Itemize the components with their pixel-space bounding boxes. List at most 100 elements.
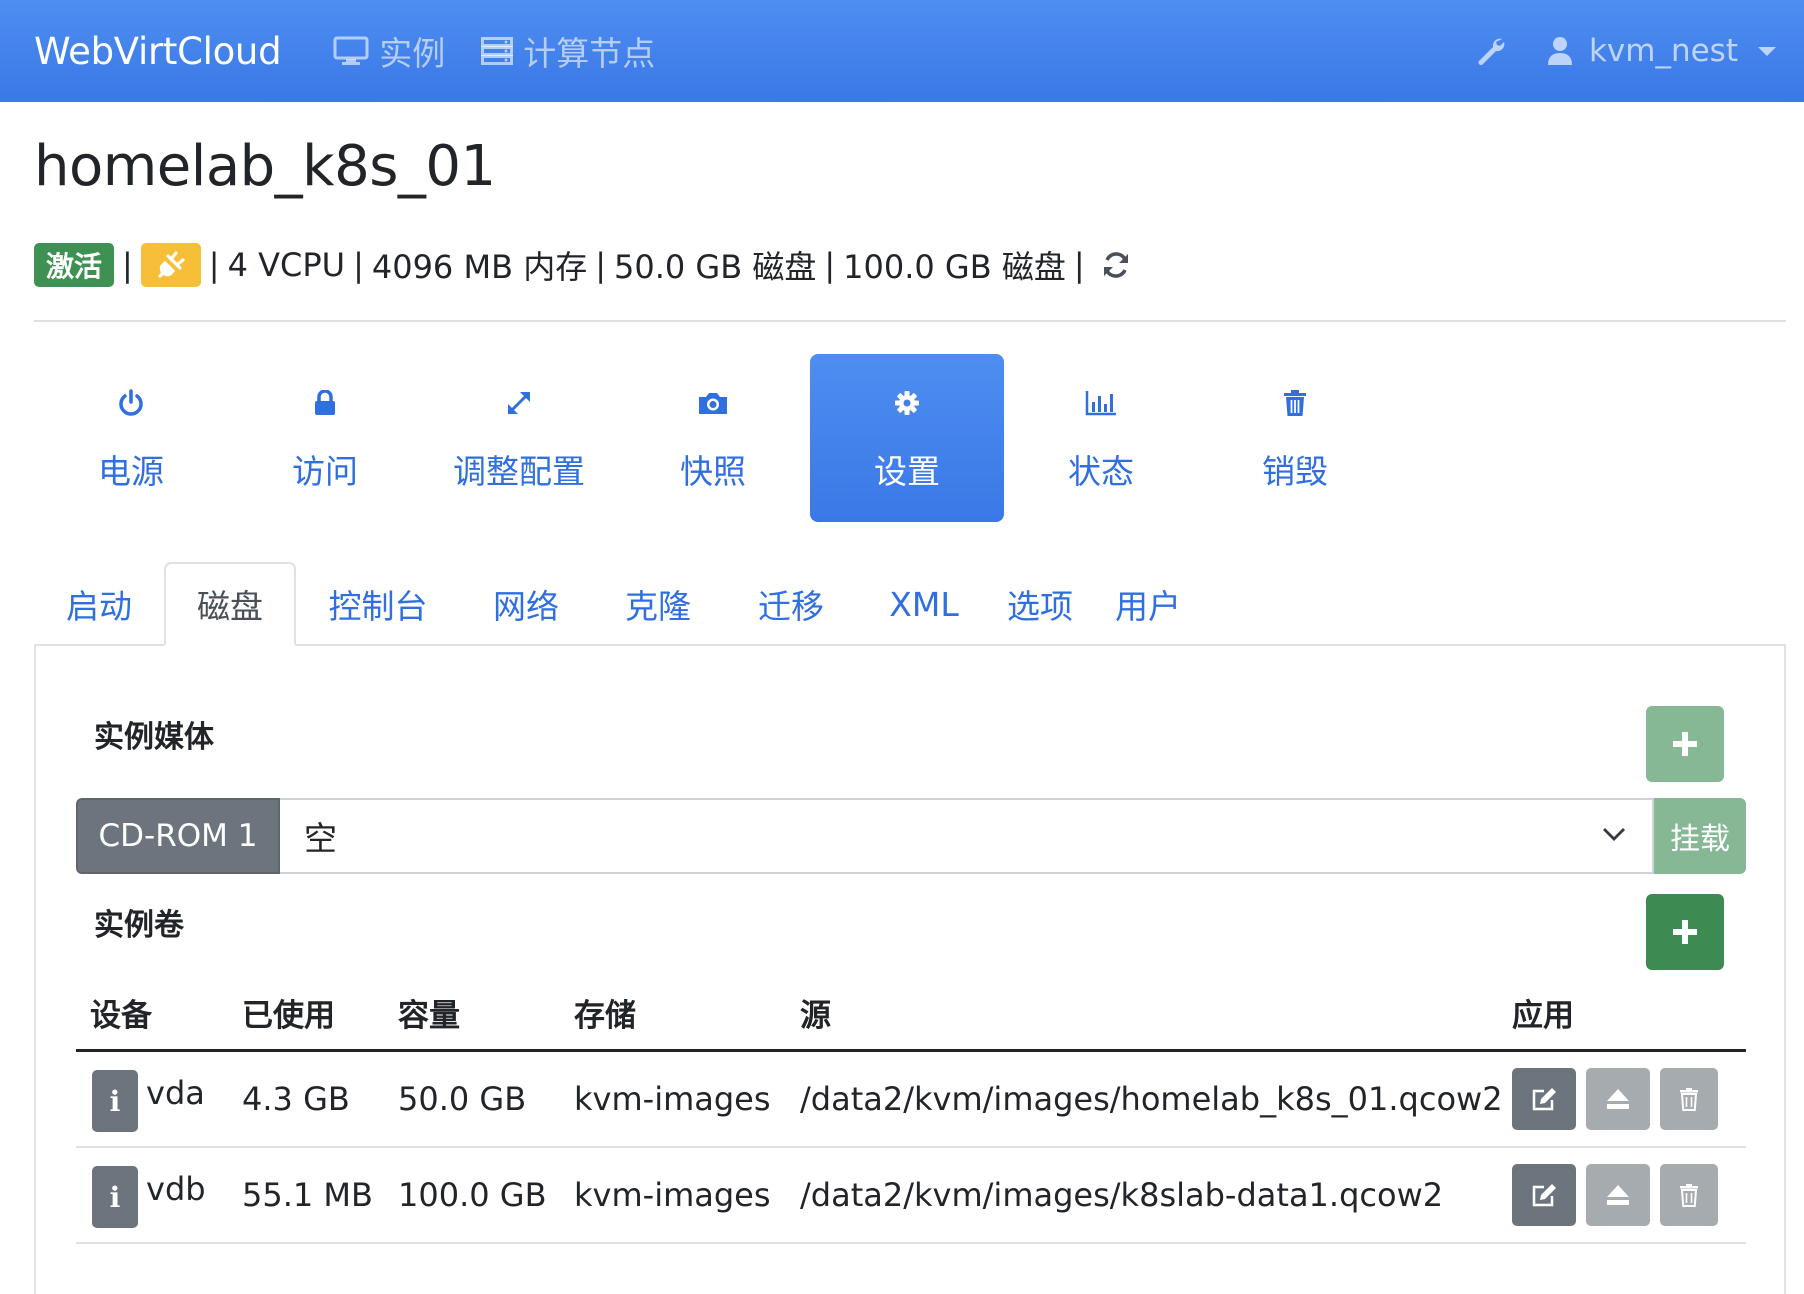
detach-button[interactable] bbox=[1586, 1164, 1650, 1226]
storage-pool: kvm-images bbox=[574, 1080, 771, 1118]
storage-pool: kvm-images bbox=[574, 1176, 771, 1214]
capacity: 100.0 GB bbox=[398, 1176, 547, 1214]
brand-logo[interactable]: WebVirtCloud bbox=[34, 30, 282, 73]
page-title: homelab_k8s_01 bbox=[34, 134, 496, 199]
vcpu-count: 4 VCPU bbox=[227, 246, 346, 284]
action-label: 快照 bbox=[680, 452, 746, 491]
user-menu[interactable]: kvm_nest bbox=[1547, 33, 1776, 69]
instance-summary: 激活 | | 4 VCPU | 4096 MB 内存 | 50.0 GB 磁盘 … bbox=[34, 242, 1131, 288]
nav-link-instances[interactable]: 实例 bbox=[333, 27, 445, 75]
eject-icon bbox=[1607, 1089, 1629, 1109]
tab-boot[interactable]: 启动 bbox=[34, 562, 164, 646]
delete-button[interactable] bbox=[1660, 1068, 1718, 1130]
nav-link-label: 实例 bbox=[379, 34, 446, 73]
table-row: i vdb 55.1 MB 100.0 GB kvm-images /data2… bbox=[76, 1148, 1746, 1244]
action-access[interactable]: 访问 bbox=[228, 354, 422, 522]
trash-icon bbox=[1283, 383, 1307, 423]
action-stats[interactable]: 状态 bbox=[1004, 354, 1198, 522]
delete-button[interactable] bbox=[1660, 1164, 1718, 1226]
instance-actions: 电源 访问 调整配置 快照 设置 状态 销毁 bbox=[34, 354, 1392, 522]
tab-migrate[interactable]: 迁移 bbox=[724, 562, 858, 646]
volumes-section-title: 实例卷 bbox=[94, 908, 184, 943]
table-header: 设备 已使用 容量 存储 源 应用 bbox=[76, 978, 1746, 1052]
column-header-capacity: 容量 bbox=[398, 998, 460, 1034]
navbar-right: kvm_nest bbox=[1475, 0, 1776, 102]
user-icon bbox=[1547, 37, 1572, 65]
table-row: i vda 4.3 GB 50.0 GB kvm-images /data2/k… bbox=[76, 1052, 1746, 1148]
row-actions bbox=[1512, 1164, 1728, 1226]
plus-icon bbox=[1673, 920, 1697, 944]
column-header-storage: 存储 bbox=[574, 998, 636, 1034]
nav-link-label: 计算节点 bbox=[523, 34, 656, 73]
desktop-icon bbox=[333, 36, 369, 65]
eject-icon bbox=[1607, 1185, 1629, 1205]
media-section-title: 实例媒体 bbox=[94, 720, 214, 755]
cdrom-selected-value: 空 bbox=[304, 819, 337, 858]
add-volume-button[interactable] bbox=[1646, 894, 1724, 970]
gear-icon bbox=[893, 383, 921, 423]
action-snapshot[interactable]: 快照 bbox=[616, 354, 810, 522]
plug-icon bbox=[140, 243, 201, 287]
tab-network[interactable]: 网络 bbox=[460, 562, 592, 646]
nav-link-compute-nodes[interactable]: 计算节点 bbox=[481, 27, 655, 75]
tab-xml[interactable]: XML bbox=[858, 562, 990, 646]
settings-tabs: 启动 磁盘 控制台 网络 克隆 迁移 XML 选项 用户 bbox=[34, 562, 1206, 646]
used-size: 55.1 MB bbox=[242, 1176, 373, 1214]
trash-icon bbox=[1680, 1184, 1698, 1207]
refresh-icon[interactable] bbox=[1101, 250, 1131, 280]
tab-console[interactable]: 控制台 bbox=[296, 562, 460, 646]
separator: | bbox=[595, 246, 606, 284]
disk-size-1: 50.0 GB 磁盘 bbox=[613, 248, 817, 286]
cdrom-select[interactable]: 空 bbox=[280, 798, 1654, 874]
tab-options[interactable]: 选项 bbox=[990, 562, 1090, 646]
device-name: vda bbox=[146, 1074, 205, 1112]
action-power[interactable]: 电源 bbox=[34, 354, 228, 522]
column-header-used: 已使用 bbox=[242, 998, 335, 1034]
cdrom-row: CD-ROM 1 空 挂载 bbox=[76, 798, 1746, 874]
edit-button[interactable] bbox=[1512, 1068, 1576, 1130]
status-badge: 激活 bbox=[34, 243, 115, 287]
used-size: 4.3 GB bbox=[242, 1080, 350, 1118]
username: kvm_nest bbox=[1588, 33, 1738, 69]
action-label: 调整配置 bbox=[453, 452, 585, 491]
edit-icon bbox=[1532, 1184, 1556, 1207]
resize-icon bbox=[505, 383, 533, 423]
tab-clone[interactable]: 克隆 bbox=[592, 562, 724, 646]
chevron-down-icon bbox=[1758, 46, 1776, 56]
trash-icon bbox=[1680, 1088, 1698, 1111]
separator: | bbox=[208, 246, 220, 284]
action-resize[interactable]: 调整配置 bbox=[422, 354, 616, 522]
camera-icon bbox=[697, 383, 729, 423]
separator: | bbox=[1073, 246, 1085, 284]
action-label: 电源 bbox=[98, 452, 164, 491]
plus-icon bbox=[1673, 732, 1697, 756]
mount-button[interactable]: 挂载 bbox=[1654, 798, 1746, 874]
separator: | bbox=[824, 246, 836, 284]
tab-users[interactable]: 用户 bbox=[1090, 562, 1206, 646]
edit-button[interactable] bbox=[1512, 1164, 1576, 1226]
action-label: 状态 bbox=[1068, 452, 1134, 491]
volumes-table: 设备 已使用 容量 存储 源 应用 i vda 4.3 GB 50.0 GB k… bbox=[76, 978, 1746, 1244]
tab-disks[interactable]: 磁盘 bbox=[164, 562, 296, 646]
disk-size-2: 100.0 GB 磁盘 bbox=[843, 248, 1066, 286]
wrench-icon[interactable] bbox=[1475, 35, 1507, 67]
source-path: /data2/kvm/images/k8slab-data1.qcow2 bbox=[800, 1176, 1444, 1214]
chevron-down-icon bbox=[1603, 828, 1625, 841]
action-label: 销毁 bbox=[1262, 452, 1328, 491]
cdrom-label: CD-ROM 1 bbox=[76, 798, 280, 874]
separator: | bbox=[122, 246, 133, 284]
detach-button[interactable] bbox=[1586, 1068, 1650, 1130]
memory-size: 4096 MB 内存 bbox=[371, 248, 588, 286]
action-label: 访问 bbox=[292, 452, 358, 491]
divider bbox=[34, 320, 1786, 322]
add-media-button[interactable] bbox=[1646, 706, 1724, 782]
lock-icon bbox=[314, 383, 336, 423]
column-header-source: 源 bbox=[800, 998, 831, 1034]
capacity: 50.0 GB bbox=[398, 1080, 527, 1118]
action-settings[interactable]: 设置 bbox=[810, 354, 1004, 522]
power-icon bbox=[117, 383, 145, 423]
info-button[interactable]: i bbox=[92, 1070, 138, 1132]
info-button[interactable]: i bbox=[92, 1166, 138, 1228]
action-destroy[interactable]: 销毁 bbox=[1198, 354, 1392, 522]
action-label: 设置 bbox=[874, 452, 940, 491]
